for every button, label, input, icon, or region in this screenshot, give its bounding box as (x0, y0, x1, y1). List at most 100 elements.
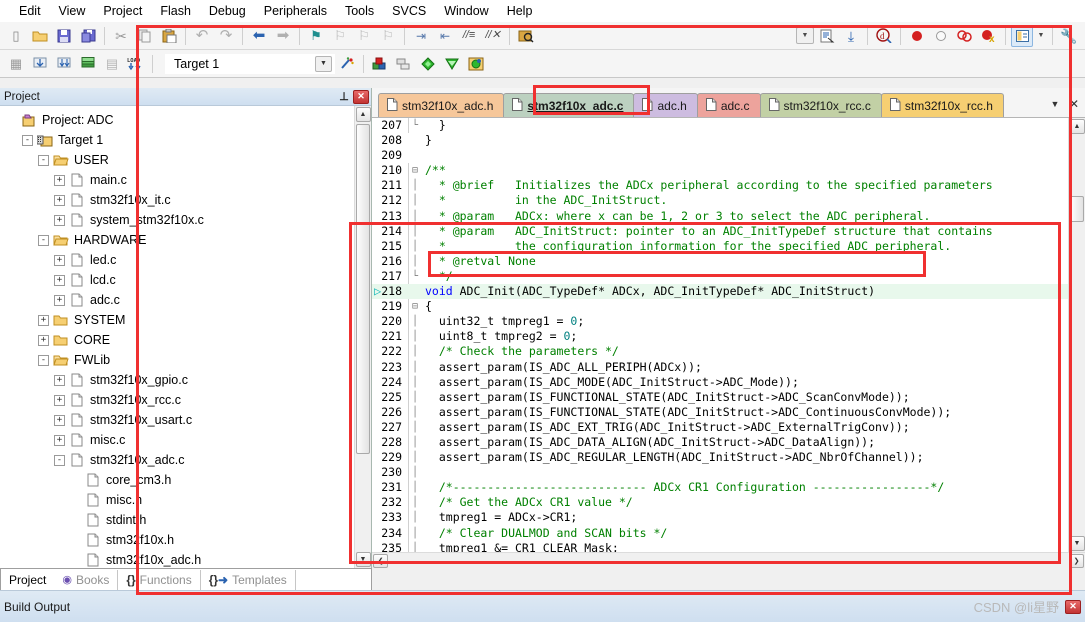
editor-tab[interactable]: stm32f10x_adc.c (503, 93, 635, 117)
fold-marker[interactable]: │ (408, 223, 421, 239)
expand-icon[interactable]: + (38, 314, 49, 326)
panel-tab-project[interactable]: Project (1, 568, 55, 591)
tree-item[interactable]: + led.c (2, 250, 354, 270)
fold-marker[interactable]: │ (408, 329, 421, 345)
expand-icon[interactable]: + (38, 334, 49, 346)
target-selector[interactable]: Target 1 ▼ (165, 53, 335, 74)
tree-item[interactable]: + lcd.c (2, 270, 354, 290)
uncomment-lines-icon[interactable]: //✕ (482, 25, 504, 47)
tab-list-dropdown-icon[interactable]: ▼ (1047, 95, 1063, 113)
navigate-forward-icon[interactable]: ➡ (272, 25, 294, 47)
fold-marker[interactable]: │ (408, 510, 421, 526)
code-line[interactable]: 228 │ assert_param(IS_ADC_DATA_ALIGN(ADC_… (372, 434, 1068, 451)
expand-icon[interactable]: + (54, 394, 65, 406)
menu-item-svcs[interactable]: SVCS (383, 2, 435, 20)
redo-icon[interactable]: ↷ (215, 25, 237, 47)
fold-marker[interactable]: │ (408, 495, 421, 511)
editor-vertical-scrollbar[interactable]: ▲ ▼ (1068, 118, 1085, 552)
tree-item[interactable]: - USER (2, 150, 354, 170)
fold-marker[interactable]: │ (408, 540, 421, 552)
tree-item[interactable]: + stm32f10x_gpio.c (2, 370, 354, 390)
bookmark-next-icon[interactable]: ⚐ (353, 25, 375, 47)
tree-item[interactable]: core_cm3.h (2, 470, 354, 490)
pin-icon[interactable]: ⊥ (337, 90, 351, 103)
code-line[interactable]: 225 │ assert_param(IS_FUNCTIONAL_STATE(AD… (372, 389, 1068, 405)
menu-item-flash[interactable]: Flash (151, 2, 200, 20)
code-line[interactable]: 220 │ uint32_t tmpreg1 = 0; (372, 314, 1068, 330)
start-debug-icon[interactable]: d (873, 25, 895, 47)
scroll-left-icon[interactable]: ❮ (373, 553, 388, 568)
manage-runtime-icon[interactable] (441, 53, 463, 75)
tree-item[interactable]: + adc.c (2, 290, 354, 310)
tree-item[interactable]: + stm32f10x_usart.c (2, 410, 354, 430)
tree-item[interactable]: + misc.c (2, 430, 354, 450)
indent-left-icon[interactable]: ⇤ (434, 25, 456, 47)
code-line[interactable]: 210 ⊟ /** (372, 163, 1068, 179)
collapse-icon[interactable]: - (54, 454, 65, 466)
tree-item[interactable]: misc.h (2, 490, 354, 510)
fold-marker[interactable]: │ (408, 480, 421, 496)
project-tree[interactable]: Project: ADC - Target 1- USER + main.c + stm32f… (0, 106, 354, 568)
tree-item[interactable]: + system_stm32f10x.c (2, 210, 354, 230)
copy-icon[interactable] (134, 25, 156, 47)
code-line[interactable]: 208} (372, 133, 1068, 148)
tree-item[interactable]: - Target 1 (2, 130, 354, 150)
scrollbar-thumb[interactable] (1070, 196, 1084, 222)
scroll-down-icon[interactable]: ▼ (355, 552, 371, 567)
fold-marker[interactable]: │ (408, 525, 421, 541)
code-line[interactable]: 214 │ * @param ADC_InitStruct: pointer to… (372, 223, 1068, 239)
code-line[interactable]: 213 │ * @param ADCx: where x can be 1, 2 … (372, 208, 1068, 224)
translate-file-icon[interactable] (816, 25, 838, 47)
multi-project-icon[interactable] (465, 53, 487, 75)
code-line[interactable]: 221 │ uint8_t tmpreg2 = 0; (372, 329, 1068, 345)
fold-marker[interactable]: │ (408, 253, 421, 269)
code-line[interactable]: 231 │ /*---------------------------- ADCx… (372, 480, 1068, 496)
window-dropdown-icon[interactable]: ▼ (1035, 25, 1047, 47)
navigate-back-icon[interactable]: ⬅ (248, 25, 270, 47)
code-line[interactable]: 227 │ assert_param(IS_ADC_EXT_TRIG(ADC_In… (372, 419, 1068, 435)
build-target-icon[interactable] (29, 53, 51, 75)
options-for-target-icon[interactable] (369, 53, 391, 75)
code-line[interactable]: 211 │ * @brief Initializes the ADCx perip… (372, 178, 1068, 194)
expand-icon[interactable]: + (54, 374, 65, 386)
bookmark-clear-icon[interactable]: ⚐ (377, 25, 399, 47)
editor-tab[interactable]: stm32f10x_adc.h (378, 93, 505, 117)
manage-components-icon[interactable] (393, 53, 415, 75)
tree-item[interactable]: + stm32f10x_it.c (2, 190, 354, 210)
bookmark-prev-icon[interactable]: ⚐ (329, 25, 351, 47)
save-all-icon[interactable] (77, 25, 99, 47)
collapse-icon[interactable]: - (38, 154, 49, 166)
code-line[interactable]: 233 │ tmpreg1 = ADCx->CR1; (372, 510, 1068, 526)
code-line[interactable]: 222 │ /* Check the parameters */ (372, 344, 1068, 360)
tree-item[interactable]: stdint.h (2, 510, 354, 530)
editor-horizontal-scrollbar[interactable]: ❮ ❯ (372, 552, 1085, 568)
download-to-flash-icon[interactable]: LOAD (125, 53, 147, 75)
scroll-up-icon[interactable]: ▲ (355, 107, 371, 122)
translate-icon[interactable]: ▦ (5, 53, 27, 75)
code-line[interactable]: 216 │ * @retval None (372, 253, 1068, 269)
editor-tab[interactable]: stm32f10x_rcc.c (759, 93, 882, 117)
tree-item[interactable]: + main.c (2, 170, 354, 190)
comment-lines-icon[interactable]: //≡ (458, 25, 480, 47)
configure-tools-icon[interactable]: 🔧 (1058, 25, 1080, 47)
editor-tab[interactable]: adc.c (696, 93, 761, 117)
tree-item[interactable]: + CORE (2, 330, 354, 350)
close-icon[interactable]: ✕ (353, 89, 369, 104)
disable-breakpoint-icon[interactable] (930, 25, 952, 47)
expand-icon[interactable]: + (54, 434, 65, 446)
menu-item-peripherals[interactable]: Peripherals (255, 2, 336, 20)
paste-icon[interactable] (158, 25, 180, 47)
menu-item-project[interactable]: Project (94, 2, 151, 20)
close-tab-icon[interactable]: ✕ (1067, 95, 1081, 113)
fold-marker[interactable]: ⊟ (408, 299, 421, 315)
tree-item[interactable]: - stm32f10x_adc.c (2, 450, 354, 470)
fold-marker[interactable]: └ (408, 268, 421, 285)
new-file-icon[interactable]: ▯ (5, 25, 27, 47)
expand-icon[interactable]: + (54, 254, 65, 266)
batch-build-icon[interactable] (77, 53, 99, 75)
collapse-icon[interactable]: - (38, 354, 49, 366)
insert-breakpoint-icon[interactable] (906, 25, 928, 47)
menu-item-window[interactable]: Window (435, 2, 497, 20)
close-icon[interactable]: ✕ (1065, 599, 1081, 614)
scroll-up-icon[interactable]: ▲ (1069, 119, 1085, 134)
